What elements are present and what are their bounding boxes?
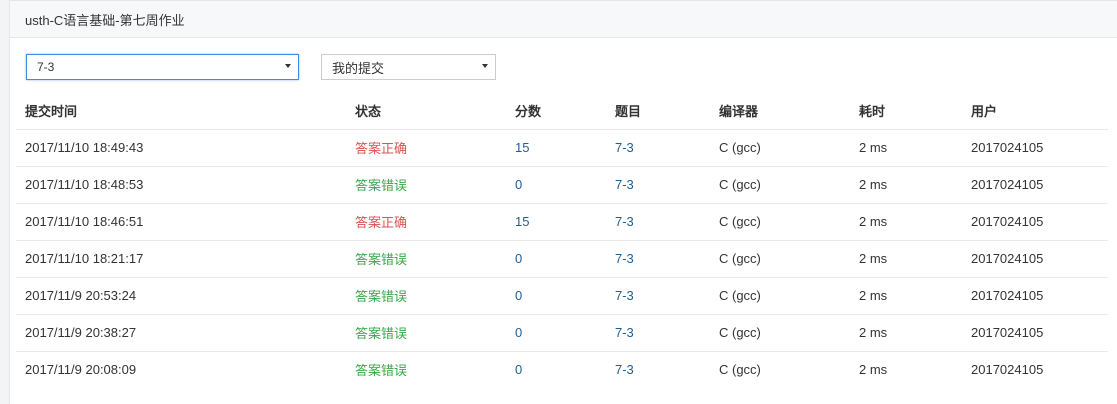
cell-status-link[interactable]: 答案正确 <box>346 129 506 167</box>
cell-time: 2017/11/10 18:21:17 <box>16 240 346 278</box>
cell-score-link[interactable]: 0 <box>506 351 606 388</box>
cell-compiler: C (gcc) <box>719 362 761 378</box>
cell-problem-link[interactable]: 7-3 <box>606 166 710 204</box>
cell-problem-link[interactable]: 7-3 <box>606 314 710 352</box>
table-row: 2017/11/9 20:53:24 答案错误 0 7-3 C (gcc) 2 ms 201… <box>16 277 1108 315</box>
cell-status-link[interactable]: 答案错误 <box>346 277 506 315</box>
caret-down-icon <box>285 64 291 68</box>
cell-problem-link[interactable]: 7-3 <box>606 203 710 241</box>
column-header-time: 提交时间 <box>16 93 346 130</box>
cell-compiler: C (gcc) <box>710 203 850 241</box>
cell-score-link[interactable]: 0 <box>506 314 606 352</box>
scope-select[interactable]: 我的提交 <box>321 54 496 80</box>
cell-problem-link[interactable]: 7-3 <box>606 277 710 315</box>
table-header-row: 提交时间 状态 分数 题目 编译器 耗时 用户 <box>16 93 1108 130</box>
cell-score-link[interactable]: 15 <box>506 203 606 241</box>
submissions-table: 提交时间 状态 分数 题目 编译器 耗时 用户 2017/11/10 18:49… <box>16 93 1108 388</box>
cell-cost: 2 ms <box>850 240 962 278</box>
problem-select-value: 7-3 <box>37 60 55 74</box>
cell-user: 2017024105 <box>962 129 1108 167</box>
page-title: usth-C语言基础-第七周作业 <box>25 12 185 28</box>
cell-problem-link[interactable]: 7-3 <box>606 129 710 167</box>
column-header-status: 状态 <box>346 93 506 130</box>
table-row: 2017/11/10 18:46:51 答案正确 15 7-3 C (gcc) 2 ms 2… <box>16 203 1108 241</box>
cell-user: 2017024105 <box>962 203 1108 241</box>
cell-cost: 2 ms <box>850 129 962 167</box>
cell-time: 2017/11/9 20:08:09 <box>25 362 137 378</box>
cell-compiler: C (gcc) <box>710 277 850 315</box>
cell-problem-link[interactable]: 7-3 <box>606 351 710 388</box>
cell-cost: 2 ms <box>850 314 962 352</box>
cell-compiler: C (gcc) <box>710 314 850 352</box>
scope-select-value: 我的提交 <box>332 60 385 76</box>
cell-user: 2017024105 <box>962 240 1108 278</box>
cell-user: 2017024105 <box>962 166 1108 204</box>
cell-user: 2017024105 <box>971 362 1044 378</box>
cell-cost: 2 ms <box>850 277 962 315</box>
cell-cost: 2 ms <box>850 203 962 241</box>
cell-score-link[interactable]: 0 <box>506 277 606 315</box>
column-header-compiler: 编译器 <box>710 93 850 130</box>
cell-time: 2017/11/10 18:48:53 <box>16 166 346 204</box>
table-row: 2017/11/10 18:48:53 答案错误 0 7-3 C (gcc) 2 ms 20… <box>16 166 1108 204</box>
cell-status-link[interactable]: 答案错误 <box>346 314 506 352</box>
table-row: 2017/11/10 18:21:17 答案错误 0 7-3 C (gcc) 2 ms 20… <box>16 240 1108 278</box>
cell-time: 2017/11/9 20:53:24 <box>16 277 346 315</box>
cell-cost: 2 ms <box>850 166 962 204</box>
cell-time: 2017/11/9 20:38:27 <box>16 314 346 352</box>
cell-problem-link[interactable]: 7-3 <box>606 240 710 278</box>
cell-cost: 2 ms <box>859 362 888 378</box>
table-row: 2017/11/10 18:49:43 答案正确 15 7-3 C (gcc) 2 ms 2… <box>16 129 1108 167</box>
cell-status-link[interactable]: 答案错误 <box>346 240 506 278</box>
column-header-user: 用户 <box>962 93 1108 130</box>
problem-select[interactable]: 7-3 <box>26 54 299 80</box>
column-header-cost: 耗时 <box>850 93 962 130</box>
caret-down-icon <box>482 64 488 68</box>
cell-user: 2017024105 <box>962 314 1108 352</box>
cell-compiler: C (gcc) <box>710 129 850 167</box>
cell-user: 2017024105 <box>962 277 1108 315</box>
cell-compiler: C (gcc) <box>710 166 850 204</box>
cell-score-link[interactable]: 15 <box>506 129 606 167</box>
table-row: 2017/11/9 20:08:09 答案错误 0 7-3 C (gcc) 2 ms 201… <box>16 351 1108 388</box>
column-header-score: 分数 <box>506 93 606 130</box>
table-row: 2017/11/9 20:38:27 答案错误 0 7-3 C (gcc) 2 ms 201… <box>16 314 1108 352</box>
cell-status-link[interactable]: 答案错误 <box>346 166 506 204</box>
table-body: 2017/11/10 18:49:43 答案正确 15 7-3 C (gcc) 2 ms 2… <box>16 129 1108 388</box>
filters-bar: 7-3 我的提交 <box>10 38 1117 90</box>
cell-compiler: C (gcc) <box>710 240 850 278</box>
cell-time: 2017/11/10 18:49:43 <box>16 129 346 167</box>
panel-header: usth-C语言基础-第七周作业 <box>10 0 1117 38</box>
cell-status-link[interactable]: 答案正确 <box>346 203 506 241</box>
cell-status-link[interactable]: 答案错误 <box>346 351 506 388</box>
cell-time: 2017/11/10 18:46:51 <box>16 203 346 241</box>
column-header-problem: 题目 <box>606 93 710 130</box>
cell-score-link[interactable]: 0 <box>506 240 606 278</box>
cell-score-link[interactable]: 0 <box>506 166 606 204</box>
